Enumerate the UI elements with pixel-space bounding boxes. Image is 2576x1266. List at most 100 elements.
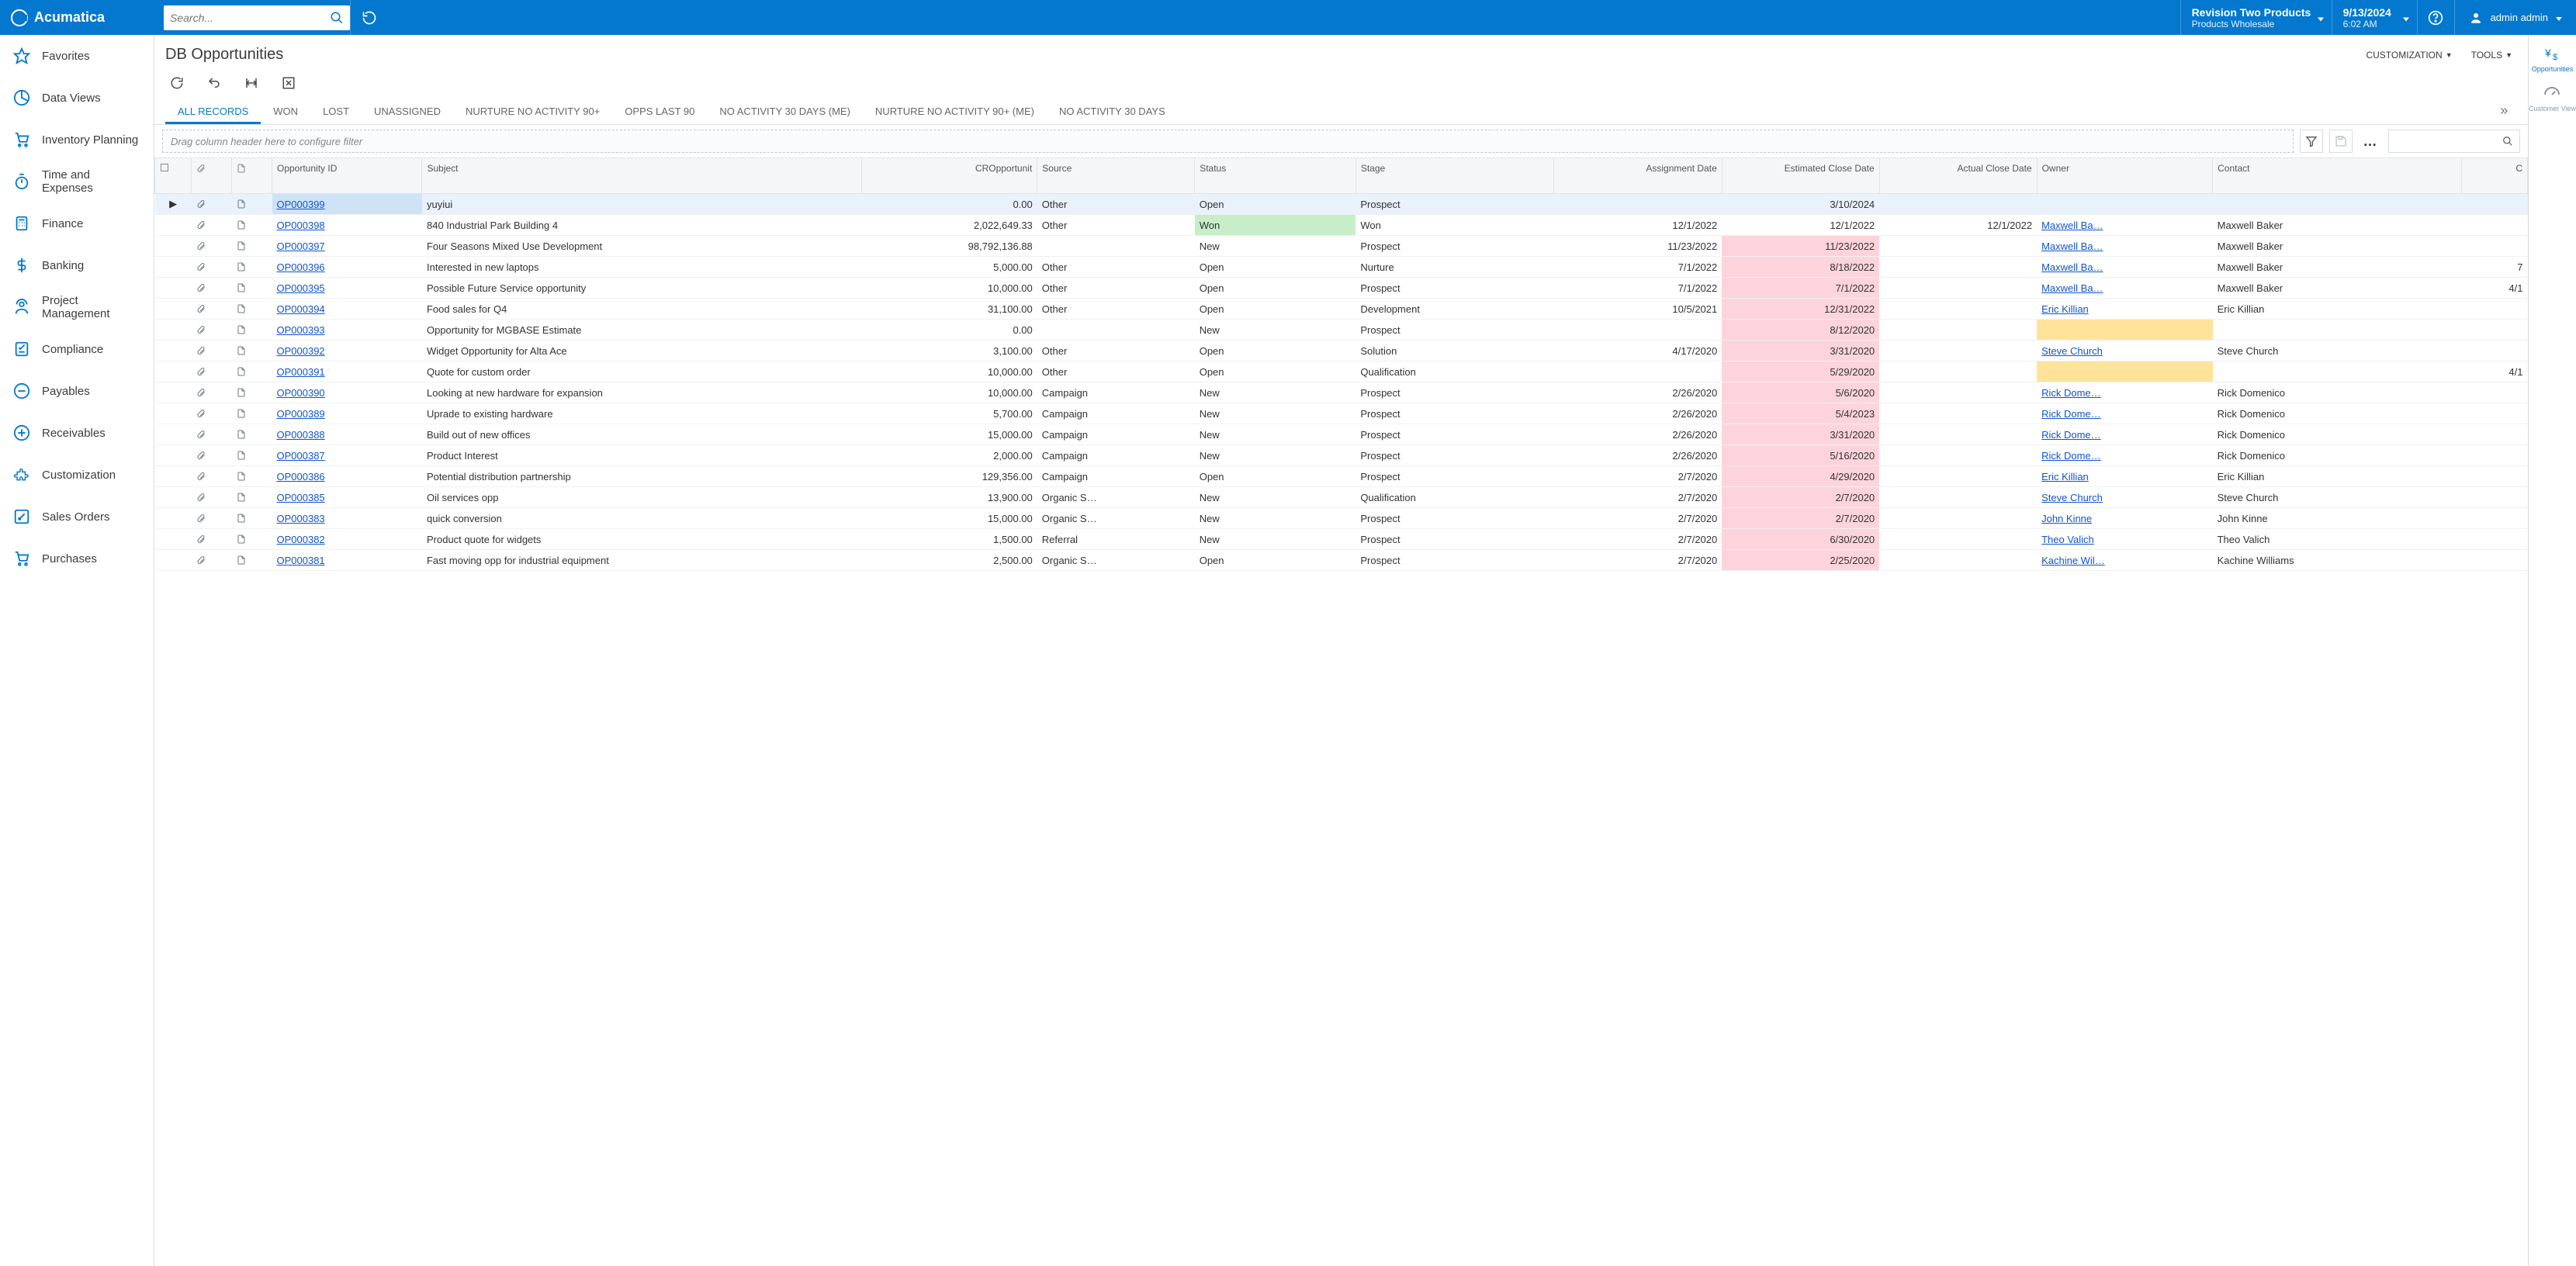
search-input[interactable] [170,12,330,24]
user-menu[interactable]: admin admin [2454,0,2576,35]
cell-owner[interactable]: Theo Valich [2037,529,2213,550]
notes-icon[interactable] [232,215,272,236]
nav-item-data-views[interactable]: Data Views [0,77,154,119]
cell-opportunity-id[interactable]: OP000396 [272,257,422,278]
col-header[interactable]: Opportunity ID [272,158,422,194]
cell-opportunity-id[interactable]: OP000393 [272,320,422,341]
table-row[interactable]: OP000398 840 Industrial Park Building 4 … [155,215,2528,236]
table-row[interactable]: OP000396 Interested in new laptops 5,000… [155,257,2528,278]
col-header[interactable]: Estimated Close Date [1722,158,1879,194]
notes-icon[interactable] [232,403,272,424]
col-header[interactable]: Owner [2037,158,2213,194]
nav-item-finance[interactable]: Finance [0,202,154,244]
col-header[interactable]: C [2462,158,2528,194]
table-row[interactable]: OP000395 Possible Future Service opportu… [155,278,2528,299]
brand-logo[interactable]: Acumatica [0,0,154,35]
table-row[interactable]: ▶ OP000399 yuyiui 0.00 Other Open Prospe… [155,194,2528,215]
attachment-icon[interactable] [192,403,232,424]
cell-owner[interactable]: Maxwell Ba… [2037,278,2213,299]
col-header[interactable]: Assignment Date [1553,158,1722,194]
nav-item-payables[interactable]: Payables [0,370,154,412]
attachment-icon[interactable] [192,278,232,299]
table-row[interactable]: OP000382 Product quote for widgets 1,500… [155,529,2528,550]
filter-drop-zone[interactable]: Drag column header here to configure fil… [162,130,2294,153]
undo-button[interactable] [206,74,223,92]
tab-nurture-no-activity-90-me-[interactable]: NURTURE NO ACTIVITY 90+ (ME) [863,98,1047,124]
col-header[interactable]: CROpportunit [861,158,1037,194]
refresh-button[interactable] [168,74,185,92]
attachment-icon[interactable] [192,550,232,571]
nav-item-inventory-planning[interactable]: Inventory Planning [0,119,154,161]
tab-no-activity-30-days[interactable]: NO ACTIVITY 30 DAYS [1047,98,1178,124]
nav-item-project-management[interactable]: Project Management [0,286,154,328]
table-row[interactable]: OP000394 Food sales for Q4 31,100.00 Oth… [155,299,2528,320]
table-row[interactable]: OP000389 Uprade to existing hardware 5,7… [155,403,2528,424]
save-filter-icon[interactable] [2329,130,2353,153]
table-row[interactable]: OP000385 Oil services opp 13,900.00 Orga… [155,487,2528,508]
tab-all-records[interactable]: ALL RECORDS [165,98,261,124]
cell-opportunity-id[interactable]: OP000387 [272,445,422,466]
table-row[interactable]: OP000383 quick conversion 15,000.00 Orga… [155,508,2528,529]
cell-owner[interactable]: Steve Church [2037,487,2213,508]
nav-item-time-and-expenses[interactable]: Time and Expenses [0,161,154,202]
table-row[interactable]: OP000387 Product Interest 2,000.00 Campa… [155,445,2528,466]
attachment-icon[interactable] [192,361,232,382]
customization-menu[interactable]: CUSTOMIZATION ▼ [2366,50,2452,61]
col-header[interactable]: Source [1037,158,1195,194]
col-header[interactable]: Actual Close Date [1879,158,2037,194]
cell-owner[interactable]: Rick Dome… [2037,424,2213,445]
table-row[interactable]: OP000386 Potential distribution partners… [155,466,2528,487]
global-search[interactable] [164,5,350,30]
cell-opportunity-id[interactable]: OP000386 [272,466,422,487]
cell-owner[interactable]: John Kinne [2037,508,2213,529]
table-row[interactable]: OP000390 Looking at new hardware for exp… [155,382,2528,403]
filter-more-icon[interactable]: … [2359,133,2382,150]
notes-icon[interactable] [232,445,272,466]
fit-columns-button[interactable] [243,74,260,92]
attachment-icon[interactable] [192,215,232,236]
col-header[interactable]: Contact [2213,158,2462,194]
business-date[interactable]: 9/13/2024 6:02 AM [2332,0,2417,35]
cell-owner[interactable]: Maxwell Ba… [2037,236,2213,257]
cell-owner[interactable]: Rick Dome… [2037,445,2213,466]
cell-opportunity-id[interactable]: OP000382 [272,529,422,550]
table-row[interactable]: OP000393 Opportunity for MGBASE Estimate… [155,320,2528,341]
attachment-icon[interactable] [192,299,232,320]
cell-opportunity-id[interactable]: OP000394 [272,299,422,320]
col-header[interactable]: Stage [1356,158,1553,194]
notes-icon[interactable] [232,529,272,550]
nav-item-receivables[interactable]: Receivables [0,412,154,454]
cell-opportunity-id[interactable]: OP000392 [272,341,422,361]
cell-owner[interactable]: Maxwell Ba… [2037,215,2213,236]
notes-icon[interactable] [232,382,272,403]
tools-menu[interactable]: TOOLS ▼ [2471,50,2512,61]
cell-owner[interactable] [2037,320,2213,341]
attachment-icon[interactable] [192,508,232,529]
attachment-icon[interactable] [192,382,232,403]
grid-quick-search[interactable] [2388,130,2520,153]
col-notes[interactable] [232,158,272,194]
cell-owner[interactable] [2037,361,2213,382]
notes-icon[interactable] [232,424,272,445]
notes-icon[interactable] [232,508,272,529]
col-attachment[interactable] [192,158,232,194]
cell-opportunity-id[interactable]: OP000398 [272,215,422,236]
table-row[interactable]: OP000381 Fast moving opp for industrial … [155,550,2528,571]
col-select-all[interactable] [155,158,192,194]
notes-icon[interactable] [232,341,272,361]
cell-owner[interactable]: Steve Church [2037,341,2213,361]
tab-nurture-no-activity-90-[interactable]: NURTURE NO ACTIVITY 90+ [453,98,612,124]
tab-opps-last-90[interactable]: OPPS LAST 90 [612,98,707,124]
nav-item-purchases[interactable]: Purchases [0,538,154,579]
export-excel-button[interactable] [280,74,297,92]
refresh-button[interactable] [350,0,387,35]
cell-opportunity-id[interactable]: OP000383 [272,508,422,529]
attachment-icon[interactable] [192,320,232,341]
cell-owner[interactable]: Rick Dome… [2037,382,2213,403]
nav-item-sales-orders[interactable]: Sales Orders [0,496,154,538]
nav-item-compliance[interactable]: Compliance [0,328,154,370]
org-selector[interactable]: Revision Two Products Products Wholesale [2180,0,2332,35]
attachment-icon[interactable] [192,487,232,508]
attachment-icon[interactable] [192,529,232,550]
cell-opportunity-id[interactable]: OP000389 [272,403,422,424]
